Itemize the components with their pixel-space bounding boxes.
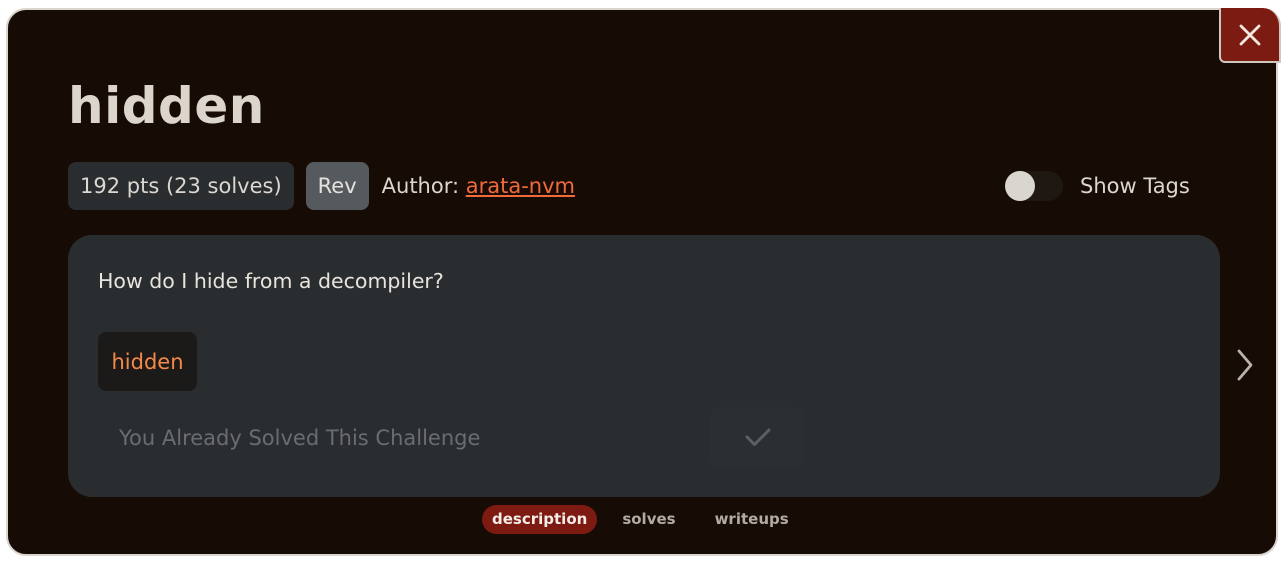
close-icon bbox=[1239, 24, 1261, 45]
chevron-right-icon bbox=[1237, 349, 1253, 381]
points-badge: 192 pts (23 solves) bbox=[68, 162, 294, 210]
challenge-description: How do I hide from a decompiler? bbox=[98, 269, 444, 293]
submit-flag-button[interactable] bbox=[710, 407, 805, 467]
author-label: Author: bbox=[381, 174, 466, 198]
challenge-meta: 192 pts (23 solves) Rev Author: arata-nv… bbox=[68, 162, 575, 210]
toggle-knob bbox=[1005, 171, 1035, 201]
show-tags-label: Show Tags bbox=[1080, 174, 1190, 198]
author-link[interactable]: arata-nvm bbox=[466, 174, 575, 198]
file-download-button[interactable]: hidden bbox=[98, 332, 197, 391]
category-badge: Rev bbox=[305, 162, 369, 210]
tab-solves[interactable]: solves bbox=[612, 505, 685, 534]
close-button[interactable] bbox=[1219, 8, 1281, 63]
show-tags-control: Show Tags bbox=[1005, 171, 1190, 201]
challenge-panel: How do I hide from a decompiler? hidden bbox=[68, 235, 1220, 497]
flag-input[interactable] bbox=[98, 407, 708, 469]
author-info: Author: arata-nvm bbox=[382, 174, 575, 198]
challenge-title: hidden bbox=[68, 77, 265, 135]
check-icon bbox=[745, 428, 770, 446]
modal-tabs: description solves writeups bbox=[482, 505, 799, 534]
show-tags-toggle[interactable] bbox=[1005, 171, 1063, 201]
next-challenge-button[interactable] bbox=[1230, 345, 1260, 385]
tab-writeups[interactable]: writeups bbox=[705, 505, 799, 534]
tab-description[interactable]: description bbox=[482, 505, 598, 534]
